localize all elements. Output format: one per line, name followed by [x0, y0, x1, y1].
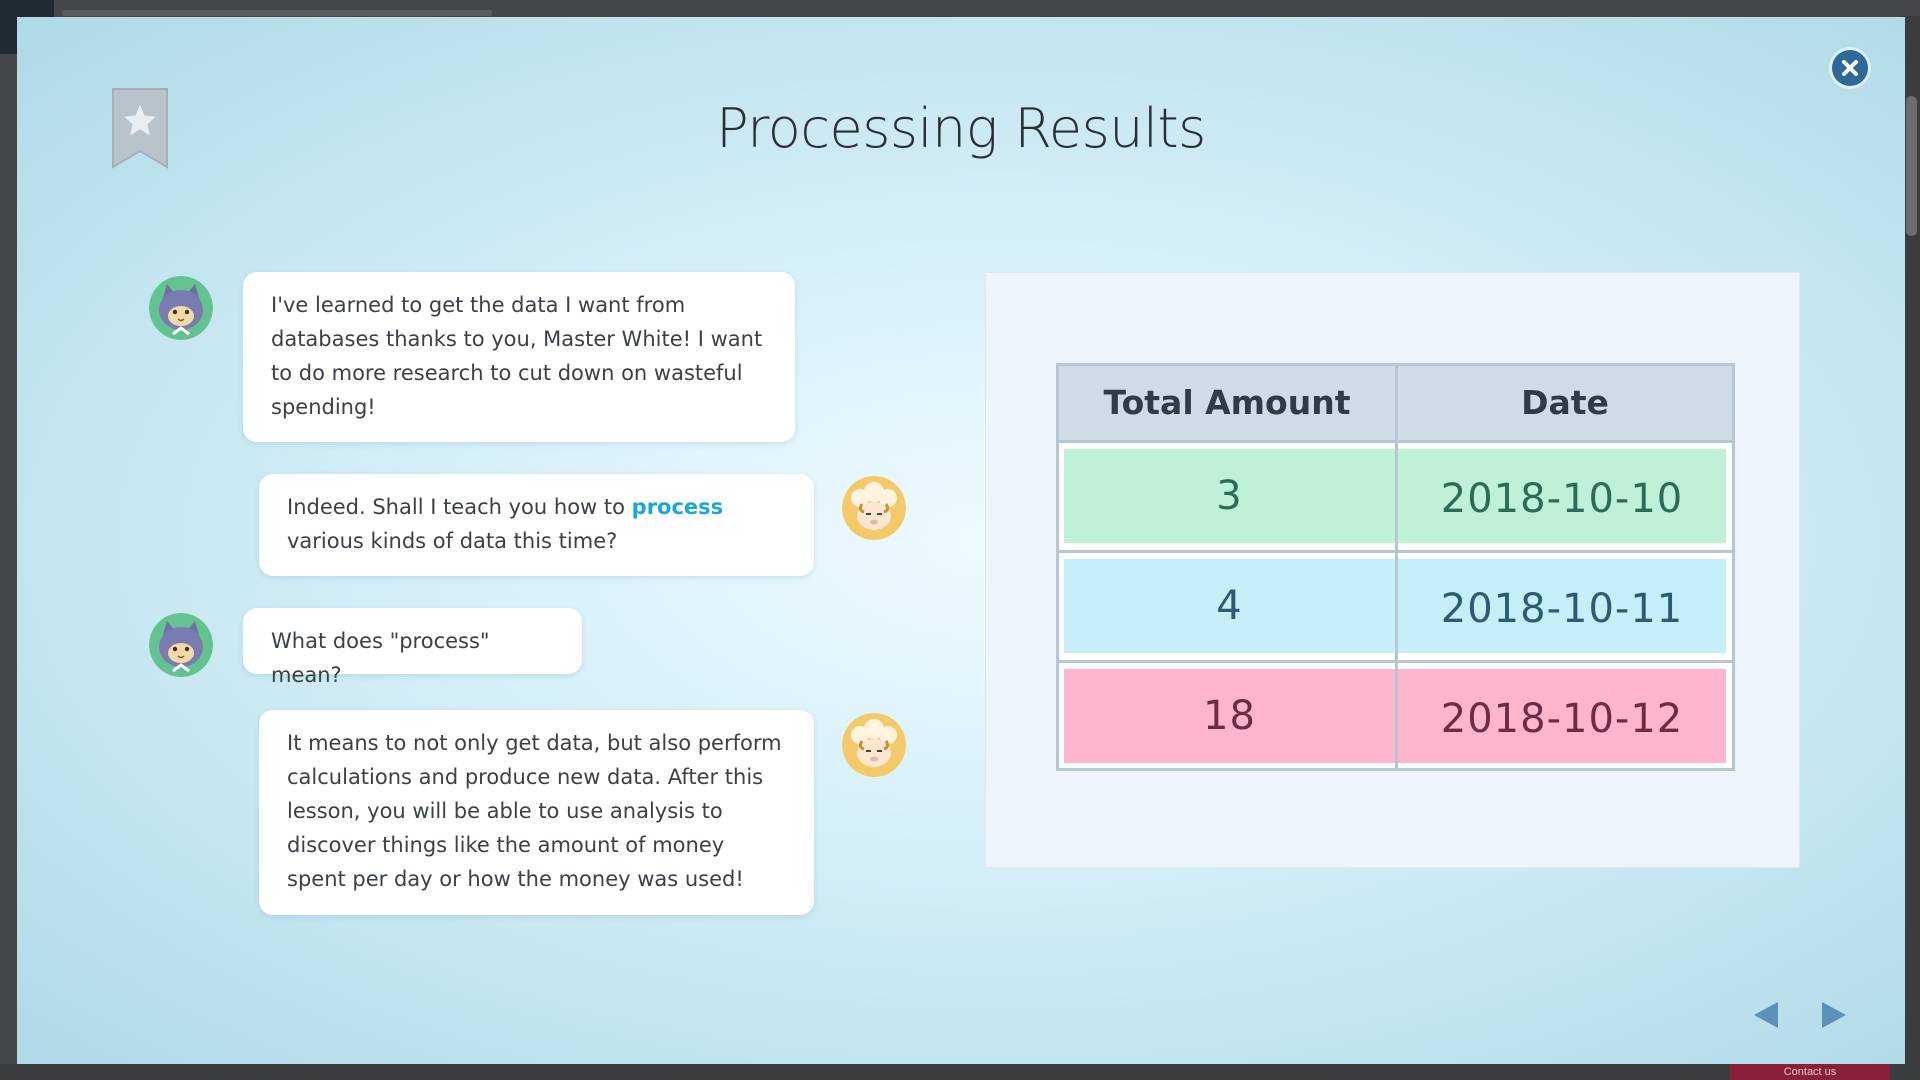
cat-icon: [149, 276, 213, 340]
teacher-avatar: [842, 476, 906, 540]
triangle-left-icon: [1754, 1002, 1778, 1028]
student-avatar: [149, 276, 213, 340]
page-title: Processing Results: [716, 97, 1206, 160]
chat-bubble-4: It means to not only get data, but also …: [259, 710, 814, 915]
student-avatar: [149, 613, 213, 677]
previous-slide-button[interactable]: [1748, 997, 1784, 1033]
chat-bubble-2-text-a: Indeed. Shall I teach you how to: [287, 495, 632, 519]
background-bottom-bar: [0, 1064, 1920, 1080]
table-cell-total: 4: [1064, 559, 1395, 653]
table-cell-date: 2018-10-11: [1398, 559, 1726, 653]
teacher-avatar: [842, 713, 906, 777]
chat-bubble-1-text: I've learned to get the data I want from…: [271, 293, 763, 419]
table-header-total-amount: Total Amount: [1059, 366, 1395, 440]
background-toolbar: [62, 10, 492, 16]
table-cell-total: 18: [1064, 669, 1395, 763]
chat-bubble-3-text: What does "process" mean?: [271, 629, 490, 687]
close-icon: [1842, 60, 1858, 76]
close-button[interactable]: [1832, 50, 1868, 86]
contact-us-button[interactable]: Contact us: [1730, 1064, 1890, 1080]
triangle-right-icon: [1822, 1002, 1846, 1028]
table-header-date: Date: [1398, 366, 1732, 440]
chat-bubble-2-text-b: various kinds of data this time?: [287, 529, 618, 553]
sheep-icon: [842, 476, 906, 540]
table-cell-total: 3: [1064, 449, 1395, 543]
process-term-link[interactable]: process: [632, 495, 724, 519]
next-slide-button[interactable]: [1816, 997, 1852, 1033]
table-cell-date: 2018-10-10: [1398, 449, 1726, 543]
chat-bubble-3: What does "process" mean?: [243, 608, 582, 687]
results-table: Total Amount Date 3 2018-10-10 4 2018-10…: [1056, 363, 1735, 771]
table-cell-date: 2018-10-12: [1398, 669, 1726, 763]
background-scrollbar-thumb[interactable]: [1906, 96, 1917, 236]
table-column-divider: [1395, 366, 1398, 768]
cat-icon: [149, 613, 213, 677]
lesson-modal: Processing Results I've learned to get t…: [17, 17, 1905, 1064]
chat-bubble-2: Indeed. Shall I teach you how to process…: [259, 474, 814, 576]
chat-bubble-1: I've learned to get the data I want from…: [243, 272, 795, 442]
chat-bubble-4-text: It means to not only get data, but also …: [287, 731, 782, 891]
sheep-icon: [842, 713, 906, 777]
